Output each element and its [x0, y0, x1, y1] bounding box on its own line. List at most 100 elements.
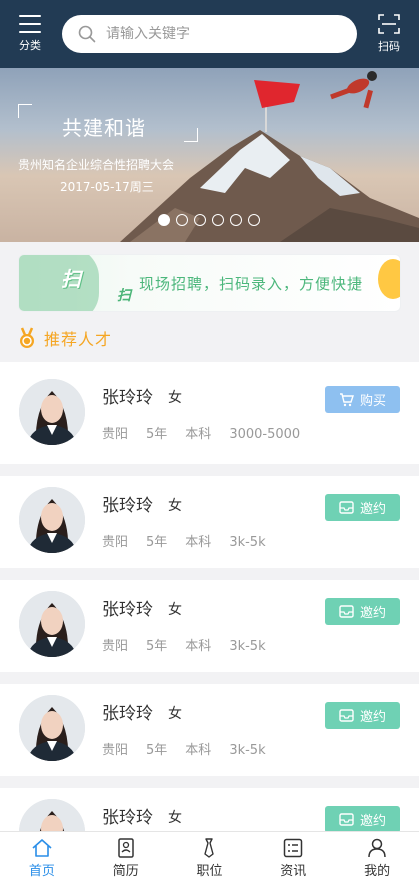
resume-icon	[117, 838, 134, 858]
tab-home[interactable]: 首页	[0, 832, 84, 885]
candidate-degree: 本科	[185, 639, 212, 654]
candidate-name: 张玲玲	[102, 496, 153, 516]
category-label: 分类	[19, 39, 41, 52]
tab-label: 资讯	[280, 864, 307, 879]
tab-resume[interactable]: 简历	[84, 832, 168, 885]
candidate-name: 张玲玲	[102, 704, 153, 724]
candidate-card[interactable]: 张玲玲女贵阳 5年 本科 3k-5k 邀约	[0, 684, 419, 776]
promo-scan-word: 扫	[117, 288, 131, 304]
scan-label: 扫码	[378, 40, 400, 53]
candidate-experience: 5年	[146, 535, 168, 550]
carousel-dot[interactable]	[212, 214, 224, 226]
action-label: 邀约	[359, 606, 386, 621]
candidate-name: 张玲玲	[102, 388, 153, 408]
avatar	[19, 695, 85, 761]
banner-subtitle: 贵州知名企业综合性招聘大会	[18, 158, 175, 172]
banner-title: 共建和谐	[62, 116, 146, 140]
candidate-gender: 女	[168, 706, 182, 722]
candidate-name: 张玲玲	[102, 808, 153, 828]
inbox-icon	[339, 605, 354, 618]
scan-button[interactable]: 扫码	[359, 0, 419, 68]
invite-button[interactable]: 邀约	[325, 702, 400, 729]
carousel-dot[interactable]	[158, 214, 170, 226]
candidate-experience: 5年	[146, 427, 168, 442]
invite-button[interactable]: 邀约	[325, 494, 400, 521]
carousel-dot[interactable]	[176, 214, 188, 226]
candidate-meta: 贵阳 5年 本科 3k-5k	[102, 635, 284, 654]
carousel-dot[interactable]	[248, 214, 260, 226]
promo-scan-word: 扫	[61, 267, 81, 291]
medal-icon	[20, 327, 34, 348]
search-icon	[78, 25, 96, 43]
search-bar[interactable]	[62, 15, 357, 53]
action-label: 邀约	[359, 814, 386, 829]
candidate-experience: 5年	[146, 639, 168, 654]
inbox-icon	[339, 813, 354, 826]
avatar	[19, 591, 85, 657]
candidate-card[interactable]: 张玲玲女贵阳 5年 本科 3k-5k 邀约	[0, 476, 419, 568]
tie-icon	[204, 838, 215, 858]
candidate-experience: 5年	[146, 743, 168, 758]
category-button[interactable]: 分类	[0, 0, 60, 68]
candidate-card[interactable]: 张玲玲女贵阳 5年 本科 3000-5000 购买	[0, 362, 419, 464]
promo-decoration	[19, 255, 99, 311]
section-header: 推荐人才	[18, 326, 112, 350]
promo-decoration	[378, 259, 400, 299]
candidate-salary: 3k-5k	[229, 743, 266, 758]
home-icon	[32, 839, 52, 857]
candidate-gender: 女	[168, 390, 182, 406]
carousel-dot[interactable]	[194, 214, 206, 226]
tab-label: 首页	[28, 864, 55, 879]
section-title: 推荐人才	[44, 330, 113, 349]
avatar	[19, 379, 85, 445]
candidate-salary: 3k-5k	[229, 535, 266, 550]
candidate-degree: 本科	[185, 535, 212, 550]
candidate-city: 贵阳	[102, 427, 129, 442]
candidate-meta: 贵阳 5年 本科 3k-5k	[102, 739, 284, 758]
user-icon	[368, 838, 386, 858]
top-header: 分类 扫码	[0, 0, 419, 68]
candidate-gender: 女	[168, 498, 182, 514]
action-label: 购买	[359, 394, 386, 409]
cart-icon	[339, 392, 354, 406]
candidate-city: 贵阳	[102, 535, 129, 550]
carousel-indicators	[158, 214, 260, 226]
action-label: 邀约	[359, 710, 386, 725]
inbox-icon	[339, 501, 354, 514]
candidate-degree: 本科	[185, 743, 212, 758]
candidate-gender: 女	[168, 602, 182, 618]
scan-promo-banner[interactable]: 扫 扫 现场招聘，扫码录入，方便快捷	[18, 254, 401, 312]
search-input[interactable]	[106, 26, 326, 42]
banner-corner-top-left	[18, 104, 32, 118]
action-label: 邀约	[359, 502, 386, 517]
avatar	[19, 487, 85, 553]
banner-corner-bottom-right	[184, 128, 198, 142]
carousel-dot[interactable]	[230, 214, 242, 226]
banner-carousel[interactable]: 共建和谐 贵州知名企业综合性招聘大会 2017-05-17周三	[0, 68, 419, 242]
candidate-city: 贵阳	[102, 639, 129, 654]
invite-button[interactable]: 邀约	[325, 806, 400, 833]
tab-news[interactable]: 资讯	[251, 832, 335, 885]
candidate-meta: 贵阳 5年 本科 3k-5k	[102, 531, 284, 550]
tab-label: 简历	[112, 864, 139, 879]
candidate-salary: 3000-5000	[229, 427, 301, 442]
news-icon	[284, 838, 303, 858]
candidate-degree: 本科	[185, 427, 212, 442]
menu-icon	[19, 15, 41, 33]
candidate-card[interactable]: 张玲玲女贵阳 5年 本科 3k-5k 邀约	[0, 580, 419, 672]
candidate-city: 贵阳	[102, 743, 129, 758]
tab-profile[interactable]: 我的	[335, 832, 419, 885]
invite-button[interactable]: 邀约	[325, 598, 400, 625]
tab-jobs[interactable]: 职位	[168, 832, 252, 885]
candidate-gender: 女	[168, 810, 182, 826]
scan-icon	[378, 14, 400, 34]
promo-text: 现场招聘，扫码录入，方便快捷	[139, 275, 364, 293]
tab-label: 职位	[196, 864, 223, 879]
candidate-salary: 3k-5k	[229, 639, 266, 654]
candidate-name: 张玲玲	[102, 600, 153, 620]
candidate-meta: 贵阳 5年 本科 3000-5000	[102, 423, 318, 442]
inbox-icon	[339, 709, 354, 722]
bottom-tab-bar: 首页 简历 职位 资讯 我的	[0, 831, 419, 885]
tab-label: 我的	[364, 864, 391, 879]
buy-button[interactable]: 购买	[325, 386, 400, 413]
